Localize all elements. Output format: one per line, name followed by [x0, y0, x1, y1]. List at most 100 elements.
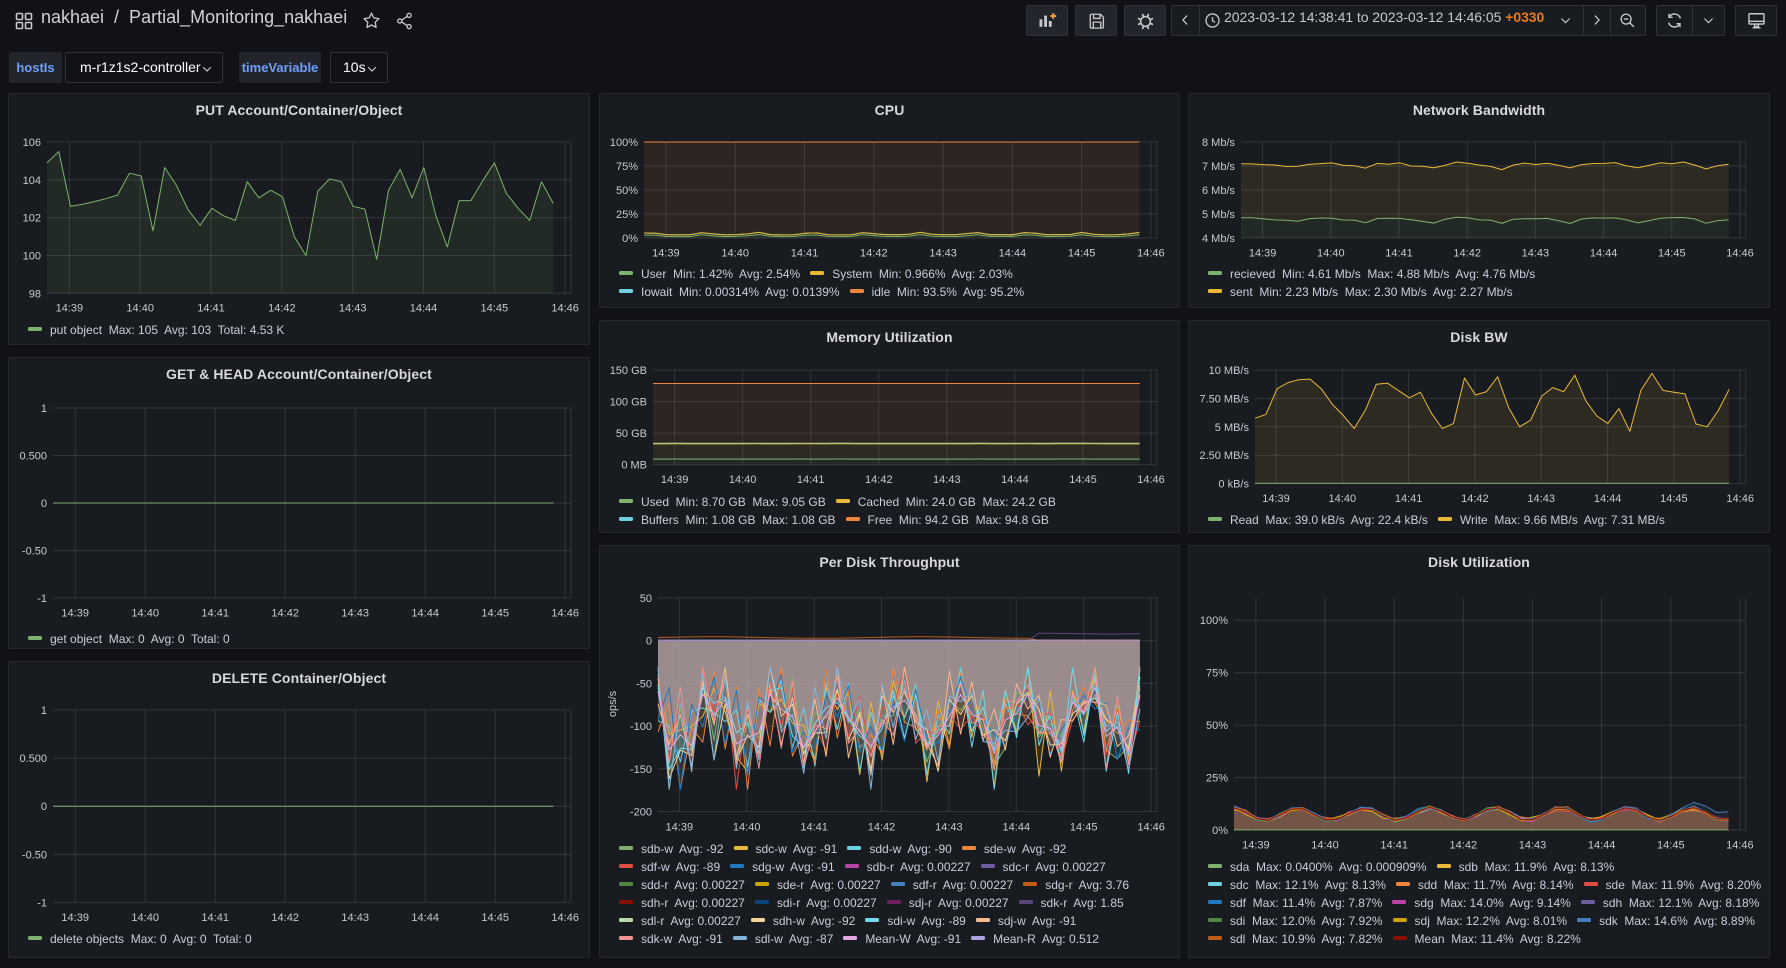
svg-text:14:39: 14:39 — [652, 247, 680, 259]
svg-text:14:41: 14:41 — [201, 608, 229, 620]
svg-text:10 MB/s: 10 MB/s — [1209, 365, 1250, 377]
svg-text:4 Mb/s: 4 Mb/s — [1202, 233, 1236, 245]
svg-text:14:39: 14:39 — [61, 912, 89, 924]
svg-text:50%: 50% — [616, 185, 638, 197]
svg-text:14:42: 14:42 — [1450, 839, 1478, 851]
svg-text:100%: 100% — [610, 137, 638, 149]
svg-text:14:43: 14:43 — [1519, 839, 1547, 851]
svg-text:5 Mb/s: 5 Mb/s — [1202, 209, 1236, 221]
svg-text:14:45: 14:45 — [1069, 474, 1097, 486]
svg-text:0%: 0% — [1212, 825, 1228, 837]
svg-text:14:40: 14:40 — [733, 821, 761, 833]
svg-text:14:44: 14:44 — [1588, 839, 1616, 851]
svg-text:2.50 MB/s: 2.50 MB/s — [1199, 450, 1249, 462]
svg-text:-150: -150 — [630, 764, 652, 776]
svg-text:14:41: 14:41 — [1385, 247, 1413, 259]
svg-text:14:39: 14:39 — [666, 821, 694, 833]
svg-text:14:40: 14:40 — [1311, 839, 1339, 851]
svg-text:14:43: 14:43 — [929, 247, 957, 259]
svg-text:50: 50 — [640, 593, 652, 605]
svg-text:150 GB: 150 GB — [610, 365, 647, 377]
svg-text:14:39: 14:39 — [61, 608, 89, 620]
svg-text:14:42: 14:42 — [860, 247, 888, 259]
svg-text:0 kB/s: 0 kB/s — [1218, 479, 1249, 491]
svg-text:100: 100 — [23, 251, 41, 263]
svg-text:14:40: 14:40 — [1329, 493, 1357, 505]
svg-text:-0.50: -0.50 — [22, 546, 47, 558]
svg-text:8 Mb/s: 8 Mb/s — [1202, 137, 1236, 149]
svg-text:-0.50: -0.50 — [22, 849, 47, 861]
svg-text:50 GB: 50 GB — [616, 428, 647, 440]
svg-text:14:46: 14:46 — [1726, 247, 1754, 259]
svg-text:106: 106 — [23, 137, 41, 149]
svg-text:14:46: 14:46 — [1137, 474, 1165, 486]
svg-text:14:42: 14:42 — [868, 821, 896, 833]
svg-text:14:43: 14:43 — [341, 912, 369, 924]
svg-text:75%: 75% — [1206, 668, 1228, 680]
svg-text:14:41: 14:41 — [1395, 493, 1423, 505]
svg-text:14:45: 14:45 — [1070, 821, 1098, 833]
svg-text:104: 104 — [23, 175, 41, 187]
svg-text:7.50 MB/s: 7.50 MB/s — [1199, 393, 1249, 405]
svg-text:100 GB: 100 GB — [610, 397, 647, 409]
svg-text:14:43: 14:43 — [1522, 247, 1550, 259]
svg-text:5 MB/s: 5 MB/s — [1215, 422, 1250, 434]
svg-text:14:46: 14:46 — [1726, 839, 1754, 851]
svg-text:6 Mb/s: 6 Mb/s — [1202, 185, 1236, 197]
svg-text:1: 1 — [41, 705, 47, 717]
svg-text:14:39: 14:39 — [1242, 839, 1270, 851]
svg-text:14:41: 14:41 — [800, 821, 828, 833]
svg-text:14:43: 14:43 — [935, 821, 963, 833]
svg-text:14:45: 14:45 — [481, 608, 509, 620]
svg-text:14:42: 14:42 — [865, 474, 893, 486]
svg-text:25%: 25% — [1206, 773, 1228, 785]
svg-text:14:44: 14:44 — [1594, 493, 1622, 505]
svg-text:14:44: 14:44 — [1001, 474, 1029, 486]
svg-text:14:40: 14:40 — [729, 474, 757, 486]
svg-text:7 Mb/s: 7 Mb/s — [1202, 161, 1236, 173]
svg-text:14:46: 14:46 — [551, 303, 579, 315]
svg-text:14:43: 14:43 — [1527, 493, 1555, 505]
svg-text:14:42: 14:42 — [271, 912, 299, 924]
svg-text:98: 98 — [29, 288, 41, 300]
svg-text:0 MB: 0 MB — [621, 460, 647, 472]
svg-text:14:40: 14:40 — [721, 247, 749, 259]
svg-text:14:44: 14:44 — [1003, 821, 1031, 833]
svg-text:14:41: 14:41 — [797, 474, 825, 486]
svg-text:1: 1 — [41, 403, 47, 415]
svg-text:14:46: 14:46 — [551, 608, 579, 620]
svg-text:102: 102 — [23, 213, 41, 225]
svg-text:14:39: 14:39 — [1262, 493, 1290, 505]
svg-text:14:44: 14:44 — [411, 608, 439, 620]
svg-text:14:39: 14:39 — [56, 303, 84, 315]
svg-text:14:41: 14:41 — [197, 303, 225, 315]
svg-text:14:42: 14:42 — [1453, 247, 1481, 259]
svg-text:-100: -100 — [630, 721, 652, 733]
svg-text:14:43: 14:43 — [933, 474, 961, 486]
svg-text:14:44: 14:44 — [411, 912, 439, 924]
svg-text:14:45: 14:45 — [481, 912, 509, 924]
svg-text:14:40: 14:40 — [126, 303, 154, 315]
svg-text:14:46: 14:46 — [1137, 247, 1165, 259]
svg-text:14:45: 14:45 — [1068, 247, 1096, 259]
svg-text:14:40: 14:40 — [131, 608, 159, 620]
svg-text:14:45: 14:45 — [481, 303, 509, 315]
svg-text:14:43: 14:43 — [341, 608, 369, 620]
svg-text:14:43: 14:43 — [339, 303, 367, 315]
svg-text:14:46: 14:46 — [1137, 821, 1165, 833]
svg-text:14:44: 14:44 — [999, 247, 1027, 259]
svg-text:0: 0 — [41, 498, 47, 510]
svg-text:14:44: 14:44 — [1590, 247, 1618, 259]
svg-text:14:42: 14:42 — [271, 608, 299, 620]
svg-text:0.500: 0.500 — [19, 451, 47, 463]
svg-text:14:39: 14:39 — [1249, 247, 1277, 259]
svg-text:0.500: 0.500 — [19, 753, 47, 765]
svg-text:14:41: 14:41 — [1380, 839, 1408, 851]
svg-text:14:45: 14:45 — [1657, 839, 1685, 851]
svg-text:14:46: 14:46 — [551, 912, 579, 924]
svg-text:14:39: 14:39 — [661, 474, 689, 486]
svg-text:ops/s: ops/s — [607, 690, 619, 717]
svg-text:-1: -1 — [37, 898, 47, 910]
svg-text:-200: -200 — [630, 807, 652, 819]
svg-text:-1: -1 — [37, 593, 47, 605]
